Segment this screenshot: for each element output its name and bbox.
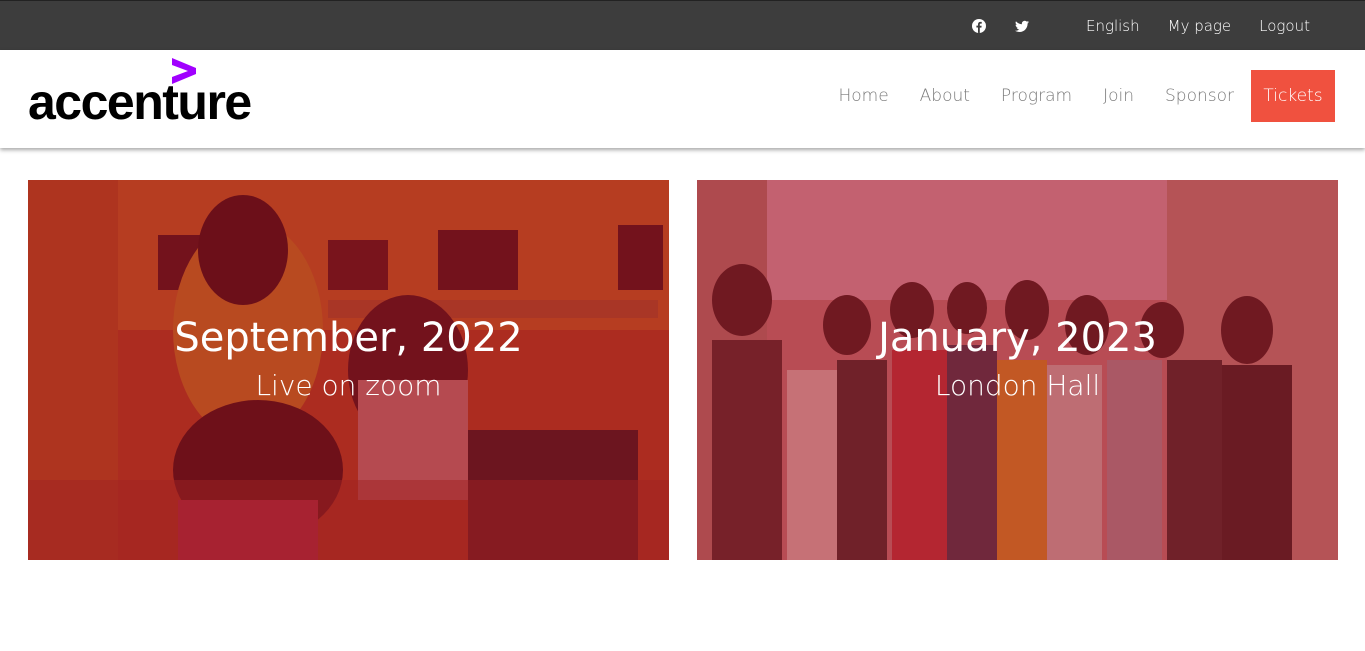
event-date: January, 2023 — [878, 314, 1157, 361]
nav-home[interactable]: Home — [838, 86, 888, 106]
event-card-september[interactable]: September, 2022 Live on zoom — [28, 180, 669, 560]
event-date: September, 2022 — [174, 314, 523, 361]
logo-wordmark: accenture — [28, 74, 252, 130]
event-text: September, 2022 Live on zoom — [28, 180, 669, 560]
logout-link[interactable]: Logout — [1259, 17, 1310, 35]
nav-program[interactable]: Program — [1001, 86, 1072, 106]
accenture-logo[interactable]: accenture — [28, 58, 278, 130]
nav-join[interactable]: Join — [1103, 86, 1134, 106]
event-location: Live on zoom — [255, 368, 442, 402]
nav-sponsor[interactable]: Sponsor — [1165, 86, 1234, 106]
facebook-icon[interactable] — [971, 19, 986, 33]
event-card-january[interactable]: January, 2023 London Hall — [697, 180, 1338, 560]
event-text: January, 2023 London Hall — [697, 180, 1338, 560]
nav-menu: Home About Program Join Sponsor Tickets — [838, 70, 1335, 122]
event-location: London Hall — [934, 368, 1101, 402]
main-navbar: accenture Home About Program Join Sponso… — [0, 50, 1365, 148]
tickets-button[interactable]: Tickets — [1251, 70, 1335, 122]
my-page-link[interactable]: My page — [1168, 17, 1232, 35]
top-bar-links: English My page Logout — [971, 1, 1310, 51]
twitter-icon[interactable] — [1014, 19, 1029, 33]
language-link[interactable]: English — [1086, 17, 1140, 35]
nav-about[interactable]: About — [920, 86, 970, 106]
top-bar: English My page Logout — [0, 0, 1365, 50]
